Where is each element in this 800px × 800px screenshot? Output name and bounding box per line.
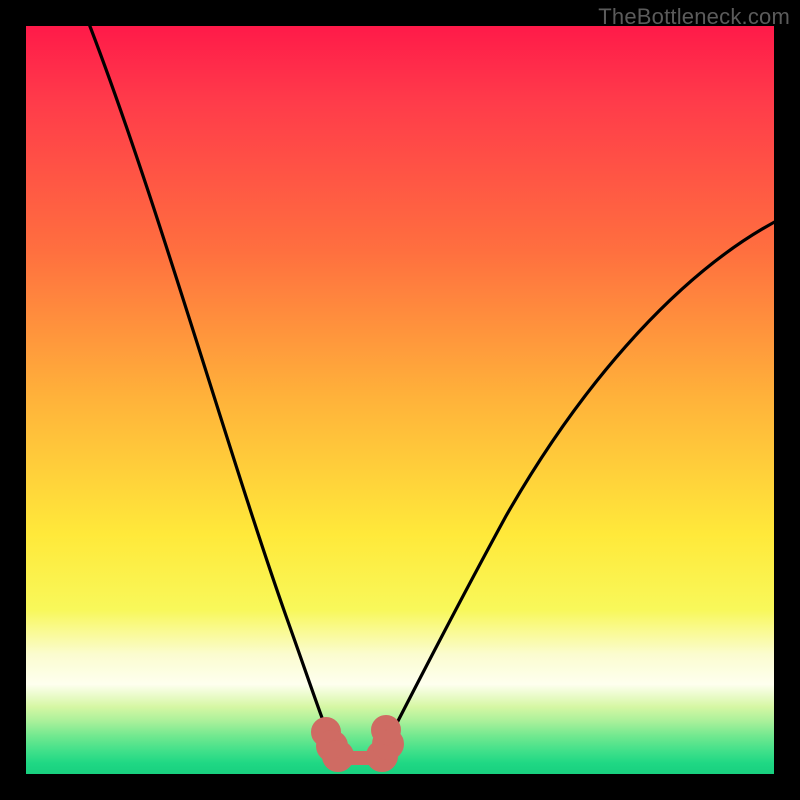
- flat-region-marker: [318, 722, 397, 765]
- curve-path: [86, 16, 786, 758]
- bottleneck-curve: [26, 26, 774, 774]
- chart-frame: TheBottleneck.com: [0, 0, 800, 800]
- chart-plot-area: [26, 26, 774, 774]
